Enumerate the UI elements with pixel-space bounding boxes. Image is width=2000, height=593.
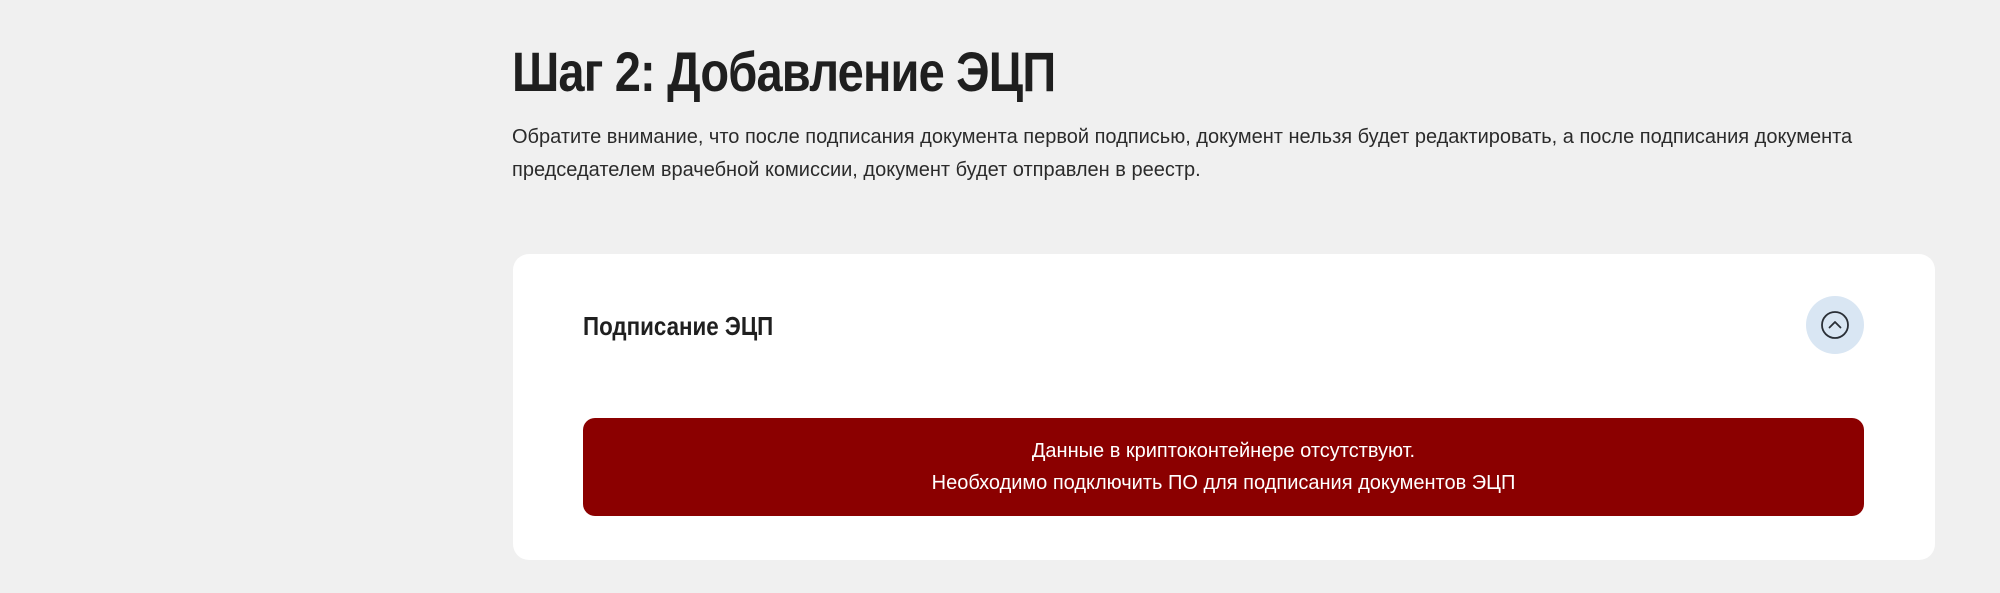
page-title: Шаг 2: Добавление ЭЦП (512, 40, 1056, 103)
alert-message-line: Данные в криптоконтейнере отсутствуют. (1031, 440, 1416, 462)
chevron-up-icon (1819, 309, 1851, 341)
signature-card: Подписание ЭЦП Данные в криптоконтейнере… (513, 254, 1935, 560)
card-title: Подписание ЭЦП (583, 311, 774, 341)
collapse-button[interactable] (1806, 296, 1864, 354)
error-alert: Данные в криптоконтейнере отсутствуют. Н… (583, 418, 1864, 516)
alert-message-line: Необходимо подключить ПО для подписания … (931, 472, 1516, 494)
page-description: Обратите внимание, что после подписания … (512, 126, 1853, 181)
